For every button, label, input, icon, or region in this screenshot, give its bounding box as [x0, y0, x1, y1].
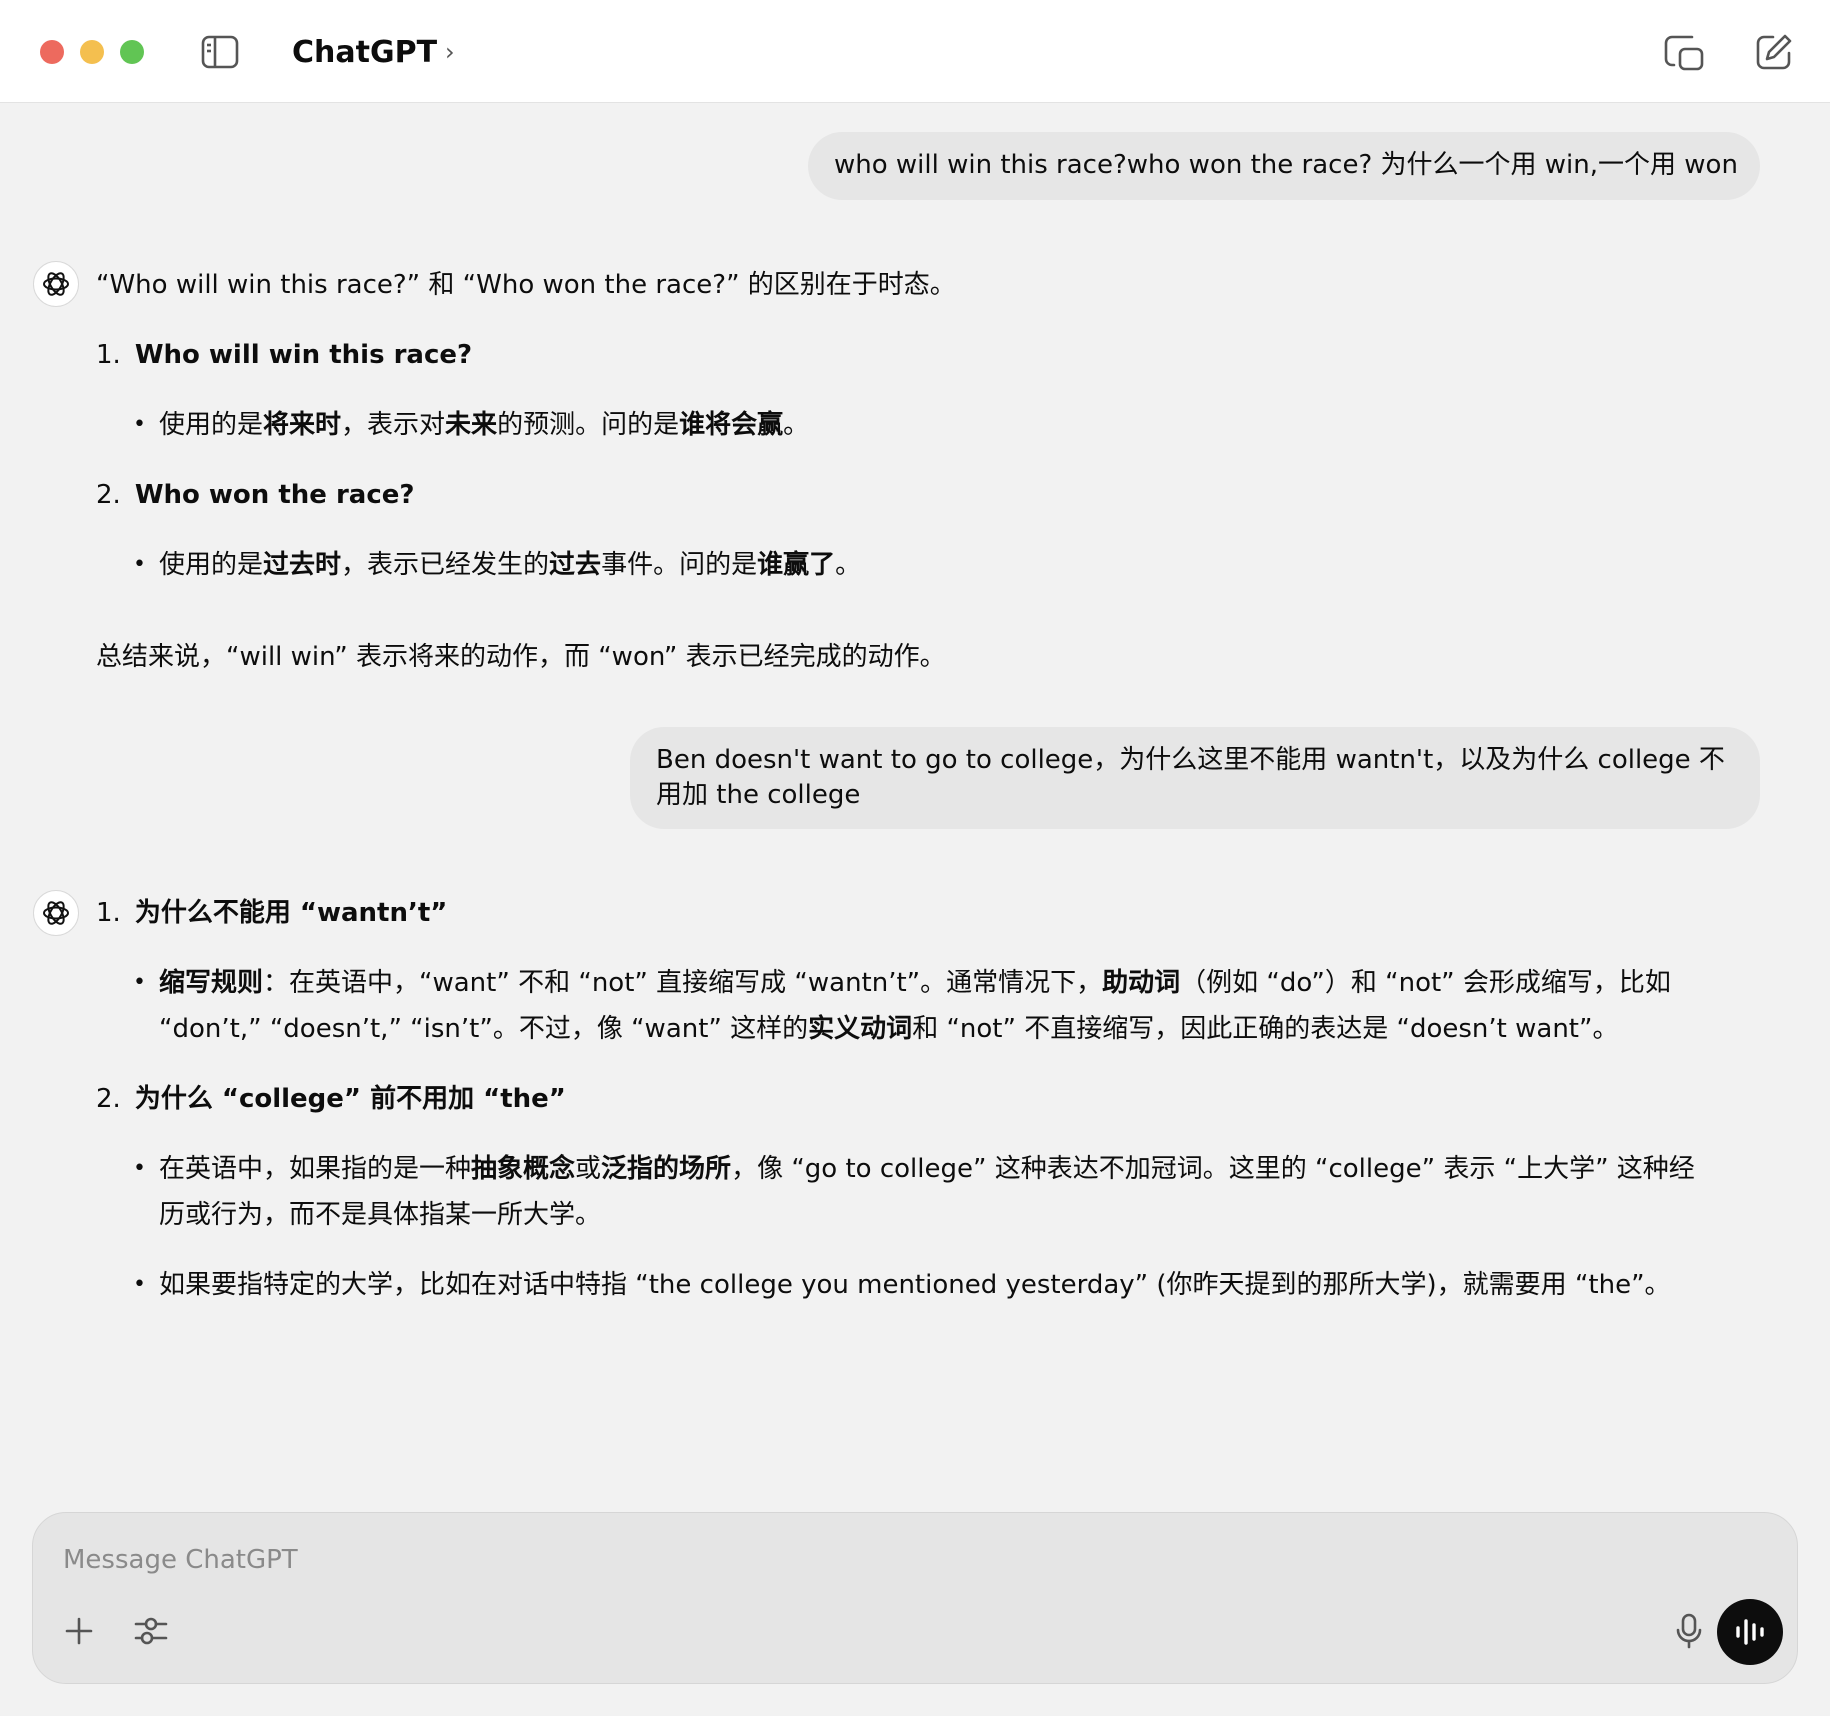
assistant-message: 1. 为什么不能用 “wantn’t” • 缩写规则：在英语中，“want” 不…: [96, 890, 1716, 1308]
microphone-icon: [1676, 1613, 1702, 1649]
openai-logo-icon: [43, 901, 69, 925]
bullet-text: 缩写规则：在英语中，“want” 不和 “not” 直接缩写成 “wantn’t…: [159, 960, 1716, 1052]
text-span: 。: [783, 410, 810, 440]
bullet: •: [133, 412, 146, 437]
list-item-title: 为什么不能用 “wantn’t”: [134, 898, 448, 928]
bullet-item: • 在英语中，如果指的是一种抽象概念或泛指的场所，像 “go to colleg…: [133, 1146, 1716, 1238]
list-item-title: Who won the race?: [134, 480, 415, 510]
bullet-item: • 如果要指特定的大学，比如在对话中特指 “the college you me…: [133, 1262, 1716, 1308]
list-item: 2. 为什么 “college” 前不用加 “the”: [96, 1076, 1716, 1122]
text-span: ，表示对: [341, 410, 446, 440]
plus-icon: [65, 1617, 93, 1645]
bullet: •: [133, 552, 146, 577]
message-composer: [32, 1512, 1798, 1684]
user-message-bubble: who will win this race?who won the race?…: [808, 132, 1760, 200]
close-window-button[interactable]: [40, 40, 64, 64]
bullet: •: [133, 1156, 146, 1181]
window-icon: [1664, 35, 1704, 71]
title-bar: ChatGPT ›: [0, 0, 1830, 103]
minimize-window-button[interactable]: [80, 40, 104, 64]
list-item-title: 为什么 “college” 前不用加 “the”: [134, 1084, 566, 1114]
bullet: •: [133, 970, 146, 995]
bold-text: 谁赢了: [757, 550, 836, 580]
text-span: 在英语中，如果指的是一种: [159, 1154, 472, 1184]
bullet-item: • 使用的是将来时，表示对未来的预测。问的是谁将会赢。: [133, 402, 1746, 448]
chevron-right-icon: ›: [445, 38, 455, 66]
user-message-text: Ben doesn't want to go to college，为什么这里不…: [656, 745, 1725, 810]
response-summary: 总结来说，“will win” 表示将来的动作，而 “won” 表示已经完成的动…: [96, 642, 946, 672]
text-span: 使用的是: [159, 550, 264, 580]
app-title: ChatGPT: [292, 34, 438, 70]
maximize-window-button[interactable]: [120, 40, 144, 64]
window-button[interactable]: [1662, 30, 1706, 74]
user-message-text: who will win this race?who won the race?…: [834, 150, 1738, 180]
list-item: 1. 为什么不能用 “wantn’t”: [96, 890, 1716, 936]
bold-text: 过去: [549, 550, 602, 580]
bullet-item: • 缩写规则：在英语中，“want” 不和 “not” 直接缩写成 “wantn…: [133, 960, 1716, 1052]
text-span: 的预测。问的是: [497, 410, 680, 440]
bullet: •: [133, 1272, 146, 1297]
model-selector[interactable]: ChatGPT ›: [292, 30, 455, 74]
tools-sliders-icon: [134, 1617, 168, 1645]
bold-text: 谁将会赢: [679, 410, 784, 440]
list-item-title: Who will win this race?: [134, 340, 473, 370]
text-span: 。: [835, 550, 862, 580]
bold-text: 助动词: [1102, 968, 1181, 998]
list-item: 1. Who will win this race?: [96, 332, 1746, 378]
list-number: 2.: [96, 480, 121, 510]
list-number: 1.: [96, 898, 121, 928]
list-number: 2.: [96, 1084, 121, 1114]
voice-mode-button[interactable]: [1717, 1599, 1783, 1665]
new-chat-icon: [1756, 34, 1792, 70]
openai-logo-icon: [43, 272, 69, 296]
list-item: 2. Who won the race?: [96, 472, 1746, 518]
assistant-message: “Who will win this race?” 和 “Who won the…: [96, 262, 1746, 680]
bold-text: 未来: [445, 410, 498, 440]
assistant-avatar: [33, 890, 79, 936]
bullet-text: 如果要指特定的大学，比如在对话中特指 “the college you ment…: [159, 1270, 1671, 1300]
text-span: 和 “not” 不直接缩写，因此正确的表达是 “doesn’t want”。: [912, 1014, 1619, 1044]
bold-text: 过去时: [263, 550, 342, 580]
text-span: ：在英语中，“want” 不和 “not” 直接缩写成 “wantn’t”。通常…: [263, 968, 1103, 998]
sidebar-toggle-button[interactable]: [198, 30, 242, 74]
text-span: 或: [575, 1154, 602, 1184]
text-span: ，表示已经发生的: [341, 550, 550, 580]
bold-text: 实义动词: [808, 1014, 913, 1044]
assistant-avatar: [33, 261, 79, 307]
user-message-bubble: Ben doesn't want to go to college，为什么这里不…: [630, 727, 1760, 829]
bullet-text: 使用的是将来时，表示对未来的预测。问的是谁将会赢。: [159, 402, 809, 448]
add-attachment-button[interactable]: [57, 1609, 101, 1653]
bullet-item: • 使用的是过去时，表示已经发生的过去事件。问的是谁赢了。: [133, 542, 1746, 588]
bold-text: 泛指的场所: [601, 1154, 732, 1184]
message-input[interactable]: [63, 1537, 1563, 1583]
bold-text: 将来时: [263, 410, 342, 440]
text-span: 使用的是: [159, 410, 264, 440]
new-chat-button[interactable]: [1752, 30, 1796, 74]
bold-text: 缩写规则: [159, 968, 264, 998]
bullet-text: 使用的是过去时，表示已经发生的过去事件。问的是谁赢了。: [159, 542, 861, 588]
list-number: 1.: [96, 340, 121, 370]
tools-button[interactable]: [129, 1609, 173, 1653]
bold-text: 抽象概念: [471, 1154, 576, 1184]
microphone-button[interactable]: [1667, 1609, 1711, 1653]
text-span: 事件。问的是: [601, 550, 758, 580]
sidebar-toggle-icon: [201, 35, 239, 69]
response-intro: “Who will win this race?” 和 “Who won the…: [96, 270, 956, 300]
bullet-text: 在英语中，如果指的是一种抽象概念或泛指的场所，像 “go to college”…: [159, 1146, 1716, 1238]
voice-wave-icon: [1736, 1619, 1764, 1645]
